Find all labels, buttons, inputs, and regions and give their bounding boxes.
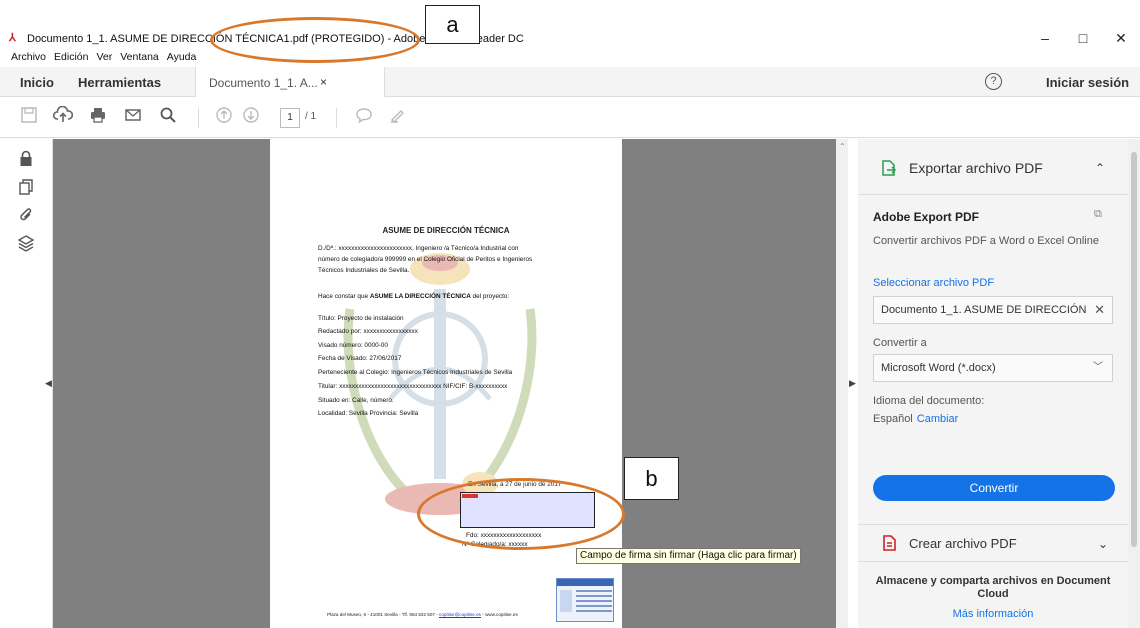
page-total: / 1	[305, 111, 317, 122]
chevron-down-icon[interactable]: ⌄	[1098, 537, 1108, 551]
menu-archivo[interactable]: Archivo	[11, 51, 46, 65]
doc-field: Titular: xxxxxxxxxxxxxxxxxxxxxxxxxxxxxxx…	[318, 383, 508, 390]
save-icon[interactable]	[18, 106, 40, 128]
acrobat-pdf-icon: ⅄	[9, 32, 16, 44]
doc-field: Fecha de Visado: 27/06/2017	[318, 355, 402, 362]
language-value: Español	[873, 413, 913, 425]
annotation-oval-b	[417, 478, 625, 550]
page-number-input[interactable]: 1	[280, 108, 300, 128]
create-pdf-icon	[882, 534, 898, 556]
create-pdf-title: Crear archivo PDF	[909, 536, 1017, 551]
select-pdf-link[interactable]: Seleccionar archivo PDF	[873, 277, 994, 289]
layers-icon[interactable]	[16, 234, 36, 254]
window-controls: – □ ✕	[1026, 26, 1140, 50]
scroll-up-icon[interactable]: ⌃	[839, 142, 846, 151]
tab-bar: Inicio Herramientas Documento 1_1. A... …	[0, 67, 1140, 97]
annotation-oval-a	[210, 17, 420, 63]
convert-format-select[interactable]: Microsoft Word (*.docx) ﹀	[873, 354, 1113, 382]
right-panel-scroll-thumb[interactable]	[1131, 152, 1137, 547]
convert-format-value: Microsoft Word (*.docx)	[881, 362, 996, 374]
upload-cloud-icon[interactable]	[52, 105, 74, 128]
next-page-icon[interactable]	[240, 106, 262, 128]
convert-to-label: Convertir a	[873, 337, 927, 349]
more-info-link[interactable]: Más información	[858, 608, 1128, 620]
visado-stamp	[556, 578, 614, 622]
tab-document-label: Documento 1_1. A...	[209, 76, 318, 90]
attachment-icon[interactable]	[16, 206, 36, 226]
clear-file-icon[interactable]: ✕	[1094, 297, 1105, 323]
selected-file-name: Documento 1_1. ASUME DE DIRECCIÓN	[881, 304, 1087, 316]
footer-email-link[interactable]: copitise@copitise.es	[439, 612, 481, 617]
doc-field: Localidad: Sevilla Provincia: Sevilla	[318, 410, 419, 417]
menu-ayuda[interactable]: Ayuda	[167, 51, 197, 65]
change-language-link[interactable]: Cambiar	[917, 413, 959, 425]
selected-file-field[interactable]: Documento 1_1. ASUME DE DIRECCIÓN ✕	[873, 296, 1113, 324]
language-label: Idioma del documento:	[873, 395, 985, 407]
document-title: ASUME DE DIRECCIÓN TÉCNICA	[382, 226, 510, 235]
doc-declaration: Hace constar que ASUME LA DIRECCIÓN TÉCN…	[318, 293, 510, 300]
export-pdf-title: Exportar archivo PDF	[909, 160, 1043, 176]
annotation-label-b: b	[624, 457, 679, 500]
previous-page-icon[interactable]	[213, 106, 235, 128]
toolbar: 1 / 1	[0, 98, 1140, 138]
chevron-up-icon[interactable]: ⌃	[1095, 161, 1105, 175]
create-pdf-header[interactable]: Crear archivo PDF ⌄	[858, 524, 1128, 562]
pdf-page: ASUME DE DIRECCIÓN TÉCNICA D./Dª.: xxxxx…	[270, 139, 622, 628]
convert-button[interactable]: Convertir	[873, 475, 1115, 501]
export-description: Convertir archivos PDF a Word o Excel On…	[873, 235, 1099, 247]
signature-tooltip: Campo de firma sin firmar (Haga clic par…	[576, 548, 801, 564]
chevron-down-icon: ﹀	[1093, 362, 1103, 373]
viewer-scrollbar[interactable]	[836, 139, 848, 628]
close-window-button[interactable]: ✕	[1102, 26, 1140, 50]
menu-bar: Archivo Edición Ver Ventana Ayuda	[0, 51, 196, 65]
annotation-label-a: a	[425, 5, 480, 44]
tab-inicio[interactable]: Inicio	[20, 75, 54, 90]
export-pdf-header[interactable]: Exportar archivo PDF ⌃	[858, 139, 1128, 195]
tab-document[interactable]: Documento 1_1. A... ×	[195, 67, 385, 97]
comment-icon[interactable]	[353, 106, 375, 128]
export-pdf-icon	[880, 159, 898, 177]
minimize-button[interactable]: –	[1026, 26, 1064, 50]
document-footer: Plaza del Museo, 6 - 41001 Sevilla - Tlf…	[327, 612, 518, 617]
sign-in-link[interactable]: Iniciar sesión	[1046, 75, 1129, 90]
print-icon[interactable]	[87, 106, 109, 128]
pages-icon[interactable]	[16, 178, 36, 198]
menu-ver[interactable]: Ver	[96, 51, 112, 65]
restore-button[interactable]: □	[1064, 26, 1102, 50]
doc-field: Situado en: Calle, número.	[318, 397, 394, 404]
doc-paragraph-line: D./Dª.: xxxxxxxxxxxxxxxxxxxxxxx, Ingenie…	[318, 245, 519, 252]
doc-field: Perteneciente al Colegio: Ingenieros Téc…	[318, 369, 513, 376]
email-icon[interactable]	[122, 106, 144, 128]
document-cloud-text: Almacene y comparta archivos en Document…	[875, 575, 1111, 600]
export-settings-icon[interactable]: ⧉	[1094, 208, 1102, 221]
language-row: Español Cambiar	[873, 413, 958, 425]
tab-herramientas[interactable]: Herramientas	[78, 75, 161, 90]
right-tools-panel: Exportar archivo PDF ⌃ Adobe Export PDF …	[858, 139, 1128, 628]
title-bar: ⅄ Documento 1_1. ASUME DE DIRECCIÓN TÉCN…	[0, 0, 1140, 52]
doc-paragraph-line: Técnicos Industriales de Sevilla.	[318, 267, 410, 274]
tab-close-icon[interactable]: ×	[320, 75, 327, 89]
adobe-export-title: Adobe Export PDF	[873, 210, 980, 224]
menu-ventana[interactable]: Ventana	[120, 51, 159, 65]
highlight-pen-icon[interactable]	[386, 106, 408, 128]
doc-field: Visado número: 0000-00	[318, 342, 388, 349]
lock-icon[interactable]	[16, 150, 36, 170]
collapse-right-panel-icon[interactable]: ▶	[849, 378, 856, 389]
toolbar-divider	[336, 108, 337, 128]
search-icon[interactable]	[157, 106, 179, 128]
doc-field: Título: Proyecto de instalación	[318, 315, 404, 322]
toolbar-divider	[198, 108, 199, 128]
menu-edicion[interactable]: Edición	[54, 51, 88, 65]
doc-field: Redactado por: xxxxxxxxxxxxxxxxx	[318, 328, 418, 335]
help-icon[interactable]: ?	[985, 73, 1002, 90]
doc-paragraph-line: número de colegiado/a 999999 en el Coleg…	[318, 256, 533, 263]
collapse-left-panel-icon[interactable]: ◀	[45, 378, 52, 389]
